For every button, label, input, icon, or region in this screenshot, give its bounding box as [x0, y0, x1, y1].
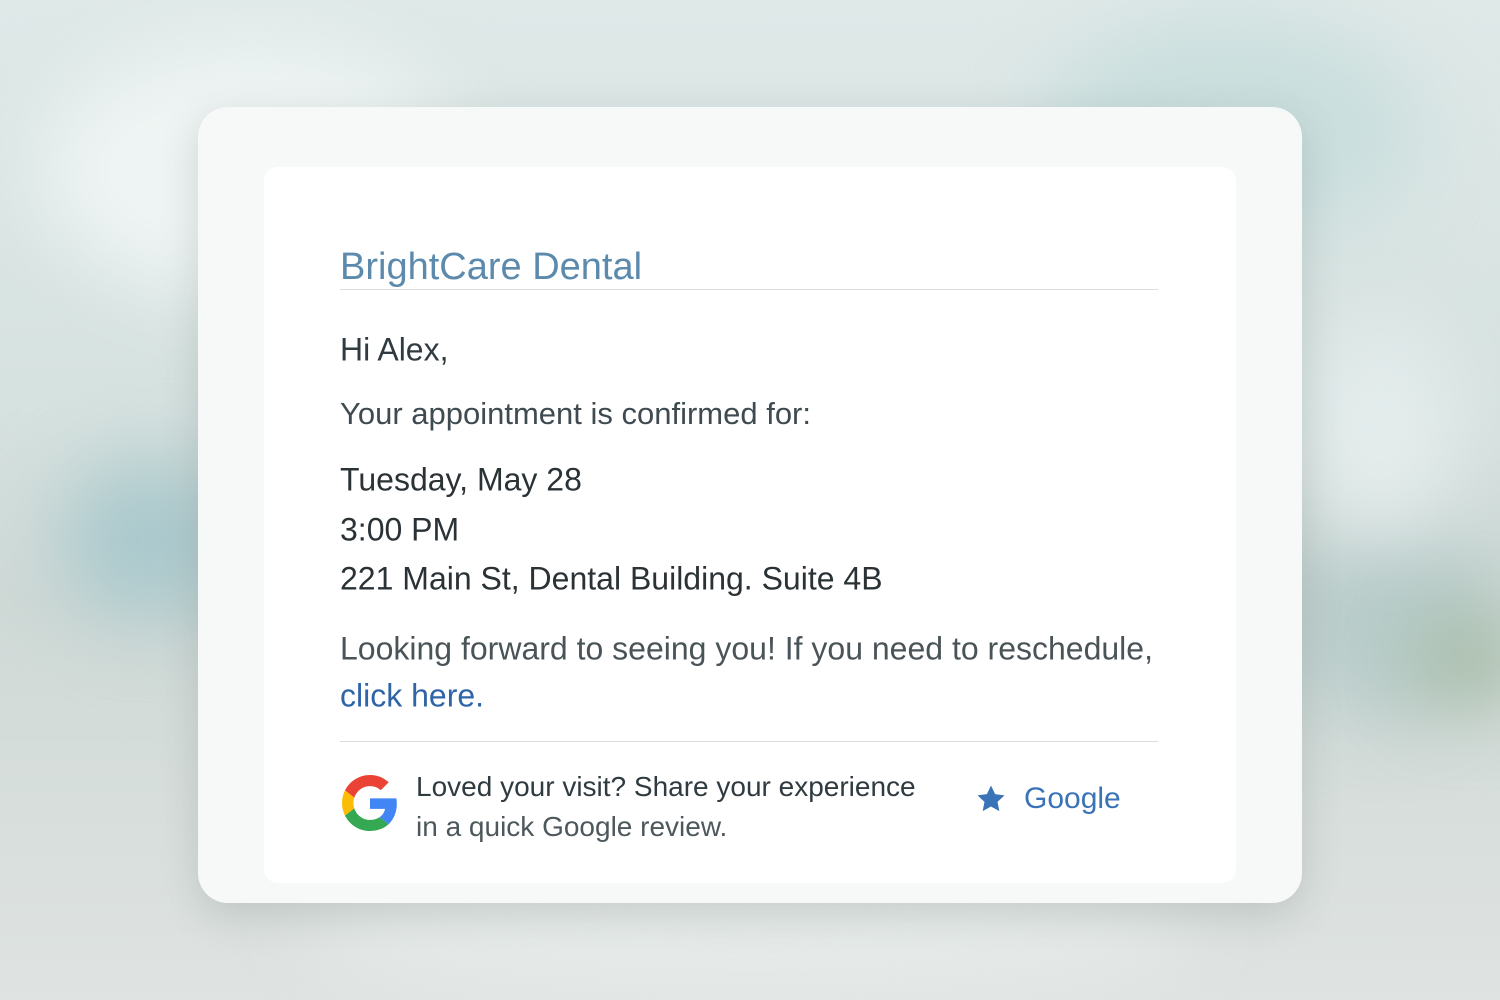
email-body: BrightCare Dental Hi Alex, Your appointm… — [264, 167, 1236, 883]
greeting: Hi Alex, — [340, 331, 449, 368]
reschedule-link[interactable]: click here. — [340, 678, 484, 715]
review-line-1: Loved your visit? Share your experience — [416, 771, 916, 802]
star-icon — [977, 785, 1005, 812]
google-review-button[interactable]: Google — [974, 777, 1121, 821]
email-card: BrightCare Dental Hi Alex, Your appointm… — [198, 107, 1302, 903]
review-line-2: in a quick Google review. — [416, 811, 728, 842]
google-button-label: Google — [1024, 782, 1121, 815]
brand-name: BrightCare Dental — [340, 246, 643, 288]
header-divider — [340, 289, 1158, 290]
confirmation-intro: Your appointment is confirmed for: — [340, 396, 811, 431]
appointment-time: 3:00 PM — [340, 511, 460, 548]
appointment-date: Tuesday, May 28 — [340, 461, 582, 498]
review-prompt: Loved your visit? Share your experience … — [416, 767, 916, 847]
google-g-icon — [342, 775, 397, 831]
footer-divider — [340, 741, 1158, 742]
closing-message: Looking forward to seeing you! If you ne… — [340, 630, 1153, 667]
background-blob — [1300, 320, 1460, 540]
appointment-address: 221 Main St, Dental Building. Suite 4B — [340, 560, 883, 597]
